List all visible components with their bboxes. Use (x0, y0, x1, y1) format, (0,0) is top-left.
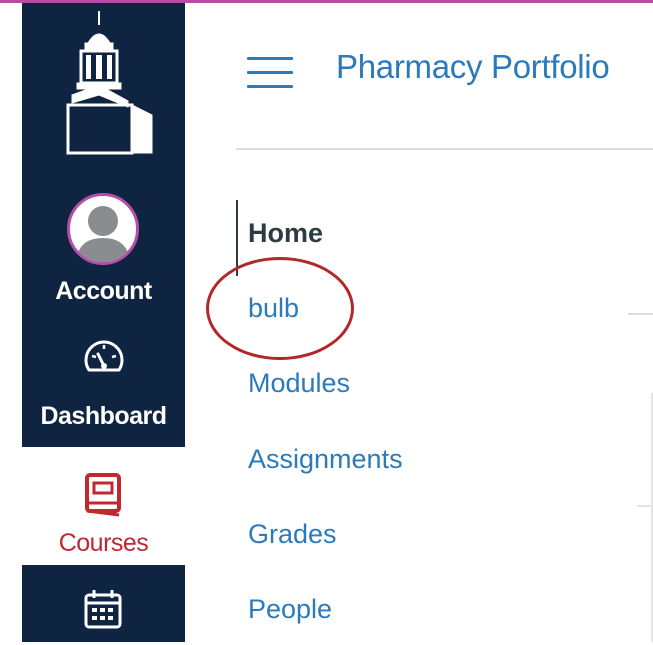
active-item-indicator (236, 200, 238, 276)
avatar (67, 193, 139, 265)
global-navigation: Account Dashboard Courses (22, 3, 185, 642)
clock-tower-logo-icon (66, 11, 153, 155)
nav-account-label: Account (55, 277, 152, 305)
content-divider-2 (637, 505, 653, 507)
hamburger-menu-icon[interactable] (247, 57, 293, 89)
calendar-icon (84, 589, 122, 634)
nav-calendar[interactable] (22, 575, 185, 645)
user-avatar-icon (76, 206, 130, 262)
institution-logo[interactable] (22, 3, 185, 158)
nav-courses[interactable]: Courses (22, 447, 185, 565)
nav-dashboard-label: Dashboard (40, 402, 167, 430)
speedometer-icon (83, 336, 125, 381)
book-icon (82, 473, 124, 522)
course-title-breadcrumb[interactable]: Pharmacy Portfolio (336, 48, 610, 86)
header-divider (236, 148, 653, 150)
course-nav-modules[interactable]: Modules (248, 368, 350, 399)
nav-account[interactable]: Account (22, 193, 185, 323)
nav-dashboard[interactable]: Dashboard (22, 336, 185, 436)
highlight-annotation-circle (206, 257, 354, 360)
course-nav-home[interactable]: Home (248, 218, 323, 249)
content-divider (628, 313, 653, 315)
nav-courses-label: Courses (58, 529, 149, 557)
course-nav-assignments[interactable]: Assignments (248, 444, 403, 475)
left-margin (0, 3, 22, 642)
course-nav-people[interactable]: People (248, 594, 332, 625)
course-nav-grades[interactable]: Grades (248, 519, 337, 550)
